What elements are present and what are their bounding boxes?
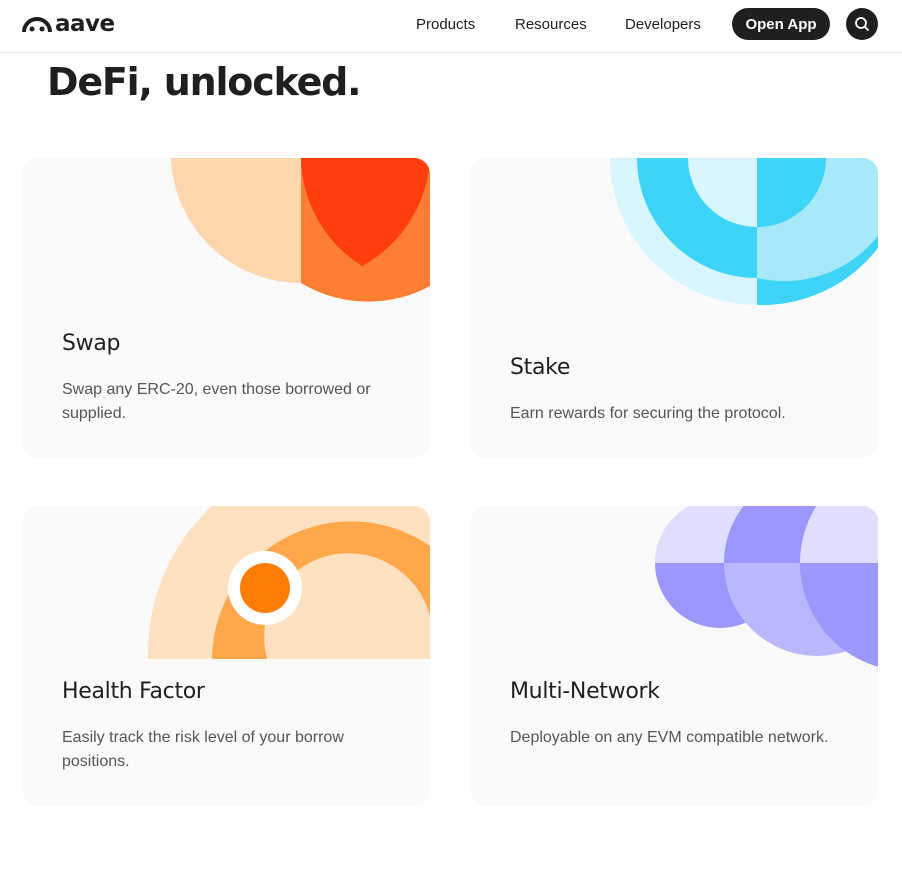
nav-developers[interactable]: Developers xyxy=(625,16,701,33)
card-title: Multi-Network xyxy=(510,679,660,704)
aave-logo[interactable]: aave xyxy=(22,11,115,37)
stake-card[interactable]: Stake Earn rewards for securing the prot… xyxy=(470,158,878,458)
brand-name: aave xyxy=(55,11,115,37)
aave-ghost-logo-icon xyxy=(22,17,52,32)
card-description: Easily track the risk level of your borr… xyxy=(62,729,344,770)
open-app-button[interactable]: Open App xyxy=(732,8,830,40)
card-title: Health Factor xyxy=(62,679,205,704)
search-button[interactable] xyxy=(846,8,878,40)
search-icon xyxy=(855,17,869,31)
card-description: Earn rewards for securing the protocol. xyxy=(510,405,786,422)
site-header: aave Products Resources Developers Open … xyxy=(0,0,902,53)
nav-products[interactable]: Products xyxy=(416,16,475,33)
card-description: Swap any ERC-20, even those borrowed or … xyxy=(62,381,371,422)
card-title: Swap xyxy=(62,331,121,356)
page-title: DeFi, unlocked. xyxy=(47,60,362,104)
multi-network-illustration xyxy=(655,506,878,667)
health-factor-card[interactable]: Health Factor Easily track the risk leve… xyxy=(22,506,430,806)
multi-network-card[interactable]: Multi-Network Deployable on any EVM comp… xyxy=(470,506,878,806)
card-description: Deployable on any EVM compatible network… xyxy=(510,729,829,746)
card-title: Stake xyxy=(510,355,571,380)
nav-resources[interactable]: Resources xyxy=(515,16,587,33)
swap-card[interactable]: Swap Swap any ERC-20, even those borrowe… xyxy=(22,158,430,458)
